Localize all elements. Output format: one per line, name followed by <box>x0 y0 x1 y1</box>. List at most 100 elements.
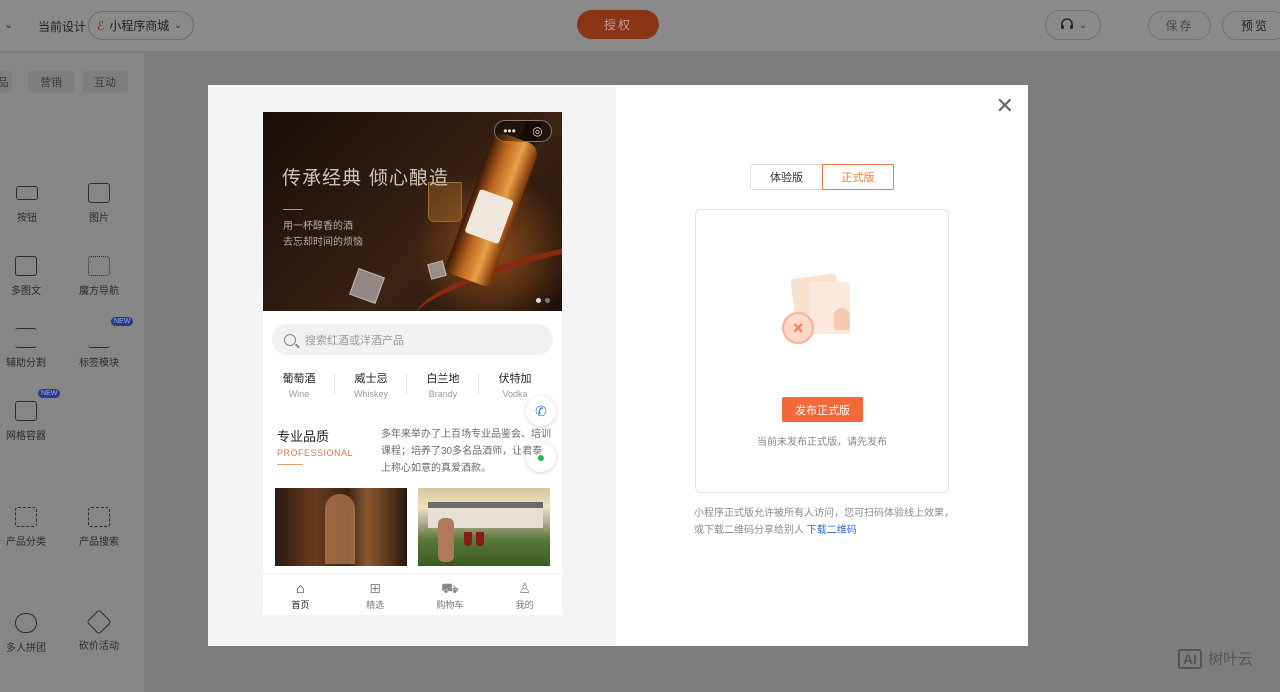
download-qrcode-link[interactable]: 下载二维码 <box>807 525 857 536</box>
watermark-logo: AI <box>1178 648 1202 669</box>
search-input[interactable]: 搜索红酒或洋酒产品 <box>272 324 553 355</box>
search-placeholder: 搜索红酒或洋酒产品 <box>305 334 404 347</box>
section-title: 专业品质 <box>277 429 330 444</box>
qr-card: × 发布正式版 当前未发布正式版，请先发布 <box>695 209 949 493</box>
phone-icon: ✆ <box>535 402 547 419</box>
tab-label: 精选 <box>366 600 385 610</box>
sidebar-tab-marketing[interactable]: 营销 <box>28 71 74 93</box>
tab-cart[interactable]: ⛟ 购物车 <box>413 574 488 615</box>
not-published-illustration: × <box>768 272 878 362</box>
home-icon: ⌂ <box>296 580 305 596</box>
new-badge: NEW <box>38 389 61 398</box>
banner-subtitle: 用一杯醇香的酒 <box>283 221 353 232</box>
new-badge: NEW <box>111 317 134 326</box>
category-english: Wine <box>288 389 310 399</box>
publish-official-button[interactable]: 发布正式版 <box>782 397 863 422</box>
category-item[interactable]: 白兰地 Brandy <box>407 370 479 399</box>
sidebar-item-tag-module[interactable]: NEW 标签模块 <box>69 317 134 369</box>
phone-preview: 传承经典 倾心酿造 用一杯醇香的酒 去忘却时间的烦恼 ••• ◎ 搜索红酒或洋酒… <box>263 112 562 615</box>
more-icon[interactable]: ••• <box>503 124 516 138</box>
save-button[interactable]: 保存 <box>1148 11 1211 40</box>
sidebar-item-label: 辅助分割 <box>6 358 46 369</box>
customer-service-button[interactable]: ⌄ <box>1045 10 1101 40</box>
current-design-label: 当前设计 <box>38 20 87 34</box>
product-search-icon <box>88 507 110 527</box>
banner-subtitle: 去忘却时间的烦恼 <box>283 237 363 248</box>
close-icon[interactable]: ✕ <box>996 95 1014 117</box>
sidebar-item-button[interactable]: 按钮 <box>0 183 57 224</box>
group-buy-icon <box>15 613 37 633</box>
sidebar-item-image[interactable]: 图片 <box>69 183 129 224</box>
category-item[interactable]: 伏特加 Vodka <box>479 370 551 399</box>
component-sidebar: 品 营销 互动 按钮 图片 多图文 魔方导航 辅助分割 NEW 标签模块 NEW… <box>0 53 144 692</box>
product-category-icon <box>15 507 37 527</box>
miniprogram-icon: ℰ <box>97 18 105 33</box>
category-name: 白兰地 <box>426 373 460 385</box>
sidebar-item-multi-image-text[interactable]: 多图文 <box>0 256 56 297</box>
tab-label: 购物车 <box>436 600 464 610</box>
chevron-down-icon[interactable]: ⌄ <box>4 18 13 31</box>
section-subtitle: PROFESSIONAL <box>277 448 354 458</box>
sidebar-item-product-category[interactable]: 产品分类 <box>0 507 56 548</box>
sidebar-tab-interaction[interactable]: 互动 <box>82 71 128 93</box>
divider-icon <box>15 328 37 348</box>
tab-label: 我的 <box>515 600 534 610</box>
phone-call-button[interactable]: ✆ <box>526 396 556 426</box>
preview-button[interactable]: 预览 <box>1222 11 1280 40</box>
user-icon: ♙ <box>518 580 531 596</box>
sidebar-item-label: 砍价活动 <box>79 641 119 652</box>
empty-state-note: 当前未发布正式版，请先发布 <box>757 437 887 448</box>
cellar-photo <box>275 488 407 566</box>
authorize-button[interactable]: 授权 <box>577 10 659 39</box>
error-icon: × <box>782 312 814 344</box>
sidebar-item-label: 图片 <box>89 213 109 224</box>
category-nav: 葡萄酒 Wine 威士忌 Whiskey 白兰地 Brandy 伏特加 Vodk… <box>263 370 562 399</box>
tab-official-version[interactable]: 正式版 <box>822 164 894 190</box>
sidebar-item-label: 标签模块 <box>79 358 119 369</box>
sidebar-item-grid-nav[interactable]: 魔方导航 <box>69 256 129 297</box>
tab-trial-version[interactable]: 体验版 <box>750 164 822 190</box>
category-name: 伏特加 <box>498 373 532 385</box>
bargain-icon <box>86 609 112 635</box>
multi-image-text-icon <box>15 256 37 276</box>
category-english: Whiskey <box>353 389 388 399</box>
category-name: 葡萄酒 <box>282 373 316 385</box>
sidebar-item-product-search[interactable]: 产品搜索 <box>69 507 129 548</box>
sidebar-item-divider[interactable]: 辅助分割 <box>0 328 56 369</box>
tab-home[interactable]: ⌂ 首页 <box>263 574 338 615</box>
top-bar: ⌄ 当前设计 ℰ 小程序商城 ⌄ 授权 ⌄ 保存 预览 <box>0 0 1280 52</box>
sidebar-item-grid-container[interactable]: NEW 网格容器 <box>0 389 61 442</box>
grid-container-icon <box>15 401 37 421</box>
category-name: 威士忌 <box>354 373 388 385</box>
tab-label: 首页 <box>291 600 310 610</box>
chateau-photo <box>418 488 550 566</box>
banner-title: 传承经典 倾心酿造 <box>282 167 450 189</box>
banner-image: 传承经典 倾心酿造 用一杯醇香的酒 去忘却时间的烦恼 ••• ◎ <box>263 112 562 311</box>
tab-featured[interactable]: ⊞ 精选 <box>338 574 413 615</box>
sidebar-item-label: 网格容器 <box>6 431 46 442</box>
project-name: 小程序商城 <box>109 19 170 33</box>
sidebar-tab-product[interactable]: 品 <box>0 71 12 93</box>
button-icon <box>16 186 38 200</box>
category-item[interactable]: 威士忌 Whiskey <box>335 370 407 399</box>
miniprogram-capsule[interactable]: ••• ◎ <box>494 120 552 142</box>
close-circle-icon[interactable]: ◎ <box>532 124 542 138</box>
tab-profile[interactable]: ♙ 我的 <box>487 574 562 615</box>
publish-modal: 传承经典 倾心酿造 用一杯醇香的酒 去忘却时间的烦恼 ••• ◎ 搜索红酒或洋酒… <box>208 85 1028 646</box>
cart-icon: ⛟ <box>441 580 459 596</box>
sidebar-item-group-buy[interactable]: 多人拼团 <box>0 613 56 654</box>
category-english: Brandy <box>428 389 458 399</box>
tag-module-icon <box>88 328 110 348</box>
publish-description: 小程序正式版允许被所有人访问，您可扫码体验线上效果，或下载二维码分享给别人 下载… <box>694 505 954 539</box>
watermark-text: 树叶云 <box>1208 651 1254 668</box>
section-description: 多年来举办了上百场专业品鉴会、培训课程；培养了30多名品酒师，让君泰上称心如意的… <box>381 429 551 474</box>
project-selector[interactable]: ℰ 小程序商城 ⌄ <box>88 11 194 40</box>
sidebar-item-label: 按钮 <box>17 213 37 224</box>
sidebar-item-bargain[interactable]: 砍价活动 <box>69 609 129 652</box>
sidebar-item-label: 多人拼团 <box>6 643 46 654</box>
category-item[interactable]: 葡萄酒 Wine <box>263 370 335 399</box>
phone-tab-bar: ⌂ 首页 ⊞ 精选 ⛟ 购物车 ♙ 我的 <box>263 573 562 615</box>
headset-icon <box>1061 18 1074 29</box>
carousel-indicator <box>536 298 550 303</box>
chevron-down-icon: ⌄ <box>1079 19 1087 30</box>
